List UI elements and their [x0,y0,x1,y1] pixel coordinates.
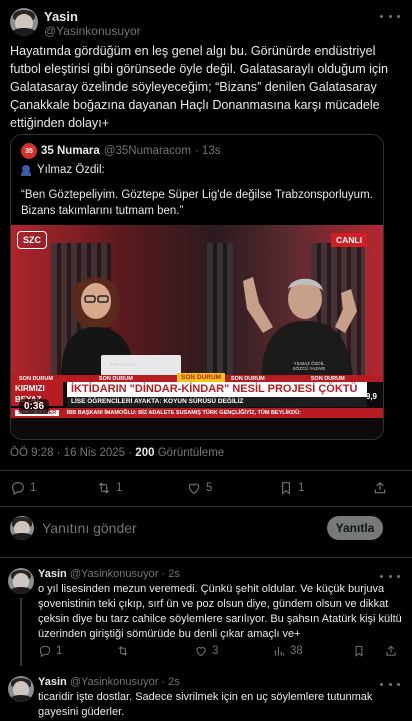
like-button[interactable]: 5 [186,480,212,496]
bookmark-count: 1 [298,482,305,494]
like-count: 5 [206,482,213,494]
share-icon [374,481,386,494]
like-count: 3 [212,645,219,657]
author-handle[interactable]: @Yasinkonusuyor [70,568,159,580]
reply-button[interactable]: 1 [10,480,36,496]
status-bar-text: SON DURUM [310,375,345,382]
tv-lower-third: SON DURUM SON DURUM SON DURUM SON DURUM … [11,373,383,439]
reply-tweet[interactable]: Yasin @Yasinkonusuyor · 2s o yıl lisesin… [0,562,412,666]
source-name: 35 Numara [41,145,100,157]
bookmark-button[interactable] [352,644,366,658]
retweet-icon [98,482,110,494]
video-duration: 0:36 [19,399,50,414]
source-logo: 35 [21,143,37,159]
bookmark-icon [355,645,363,657]
tweet-text: Hayatımda gördüğüm en leş genel algı bu.… [10,44,389,130]
tv-headline: İKTİDARIN "DİNDAR-KİNDAR" NESİL PROJESİ … [67,382,367,410]
bookmark-button[interactable]: 1 [278,480,304,496]
retweet-icon [118,646,128,656]
studio-panel [207,243,233,375]
retweet-button[interactable] [116,644,134,658]
share-icon [386,645,396,656]
status-bar-text: SON DURUM [19,375,53,382]
reply-count: 1 [30,482,37,494]
reply-composer: Yanıtını gönder Yanıtla [0,510,412,548]
author-name[interactable]: Yasin [38,568,67,580]
bookmark-icon [282,482,290,495]
name-tag-left: İPEK ÖZBEY [109,362,137,367]
views-button[interactable]: 38 [272,644,303,658]
corner-count: 9,9 [365,392,377,401]
status-bar-text: SON DURUM [98,375,133,382]
avatar[interactable] [8,568,34,594]
avatar[interactable] [8,676,34,702]
share-button[interactable] [384,644,398,658]
reply-header: Yasin @Yasinkonusuyor · 2s [38,568,180,580]
main-tweet: Yasin @Yasinkonusuyor Hayatımda gördüğüm… [0,0,412,557]
live-badge: CANLI [331,233,367,247]
reply-input[interactable]: Yanıtını gönder [42,520,137,536]
video-player[interactable]: SZC CANLI İPEK ÖZBEY YILMAZ ÖZDİL SÖZCÜ … [11,225,383,439]
quote-time: · 13s [194,145,221,157]
retweet-count: 1 [116,482,123,494]
avatar [10,516,34,540]
divider [0,557,412,558]
reply-submit-button[interactable]: Yanıtla [327,516,383,540]
reply-icon [12,482,24,496]
name-tag-right-line2: SÖZCÜ YAZARI [292,366,326,371]
reply-time: · 2s [161,568,180,580]
speaker-emoji-icon [21,164,33,176]
views-icon [274,646,285,656]
tweet-timestamp[interactable]: ÖÖ 9:28 · 16 Nis 2025 · [10,447,132,459]
ticker-text: İBB BAŞKANI İMAMOĞLU: BİZ ADALETE SUSAMI… [66,410,301,416]
divider [0,506,412,507]
author-name[interactable]: Yasin [38,676,67,688]
thread-line [20,598,22,666]
avatar[interactable] [10,8,38,36]
heart-icon [188,483,200,495]
more-dots-icon[interactable] [380,10,400,22]
status-logo: SON DURUM [177,373,226,382]
divider [0,470,412,471]
author-handle[interactable]: @Yasinkonusuyor [70,676,159,688]
views-count: 38 [290,645,303,657]
reply-text: ticaridir işte dostlar. Sadece sivrilmek… [38,691,373,718]
like-button[interactable]: 3 [194,644,218,658]
quote-header: 35 35 Numara @35Numaracom · 13s [21,143,220,159]
author-name[interactable]: Yasin [44,9,78,24]
retweet-button[interactable]: 1 [96,480,122,496]
author-handle[interactable]: @Yasinkonusuyor [44,24,141,38]
name-tag-right: YILMAZ ÖZDİL SÖZCÜ YAZARI [285,361,333,371]
quote-text: “Ben Göztepeliyim. Göztepe Süper Lig'de … [21,189,373,217]
news-ticker: SICAK HABER İBB BAŞKANI İMAMOĞLU: BİZ AD… [11,408,383,418]
share-button[interactable] [372,480,388,496]
tv-subheadline: LİSE ÖĞRENCİLERİ AYAKTA: KOYUN SÜRÜSÜ DE… [67,397,367,407]
channel-logo: SZC [17,231,47,249]
reply-tweet[interactable]: Yasin @Yasinkonusuyor · 2s ticaridir işt… [0,670,412,721]
reply-button[interactable]: 1 [38,644,62,658]
reply-icon [39,645,51,658]
speaker-name: Yılmaz Özdil: [37,164,105,176]
reply-header: Yasin @Yasinkonusuyor · 2s [38,676,180,688]
reply-count: 1 [56,645,63,657]
reply-time: · 2s [161,676,180,688]
quoted-tweet[interactable]: 35 35 Numara @35Numaracom · 13s Yılmaz Ö… [10,134,384,440]
status-bar-text: SON DURUM [230,375,265,382]
views-count: 200 [135,447,155,459]
more-dots-icon[interactable] [380,678,400,690]
tweet-meta: ÖÖ 9:28 · 16 Nis 2025 · 200 Görüntüleme [10,447,224,459]
views-label: Görüntüleme [157,447,225,459]
heart-icon [196,647,206,657]
reply-text: o yıl lisesinden mezun veremedi. Çünkü ş… [38,583,402,640]
program-logo-line1: KIRMIZI [15,384,45,393]
more-dots-icon[interactable] [380,570,400,582]
speaker-line: Yılmaz Özdil: [21,162,105,178]
source-handle: @35Numaracom [103,145,191,157]
